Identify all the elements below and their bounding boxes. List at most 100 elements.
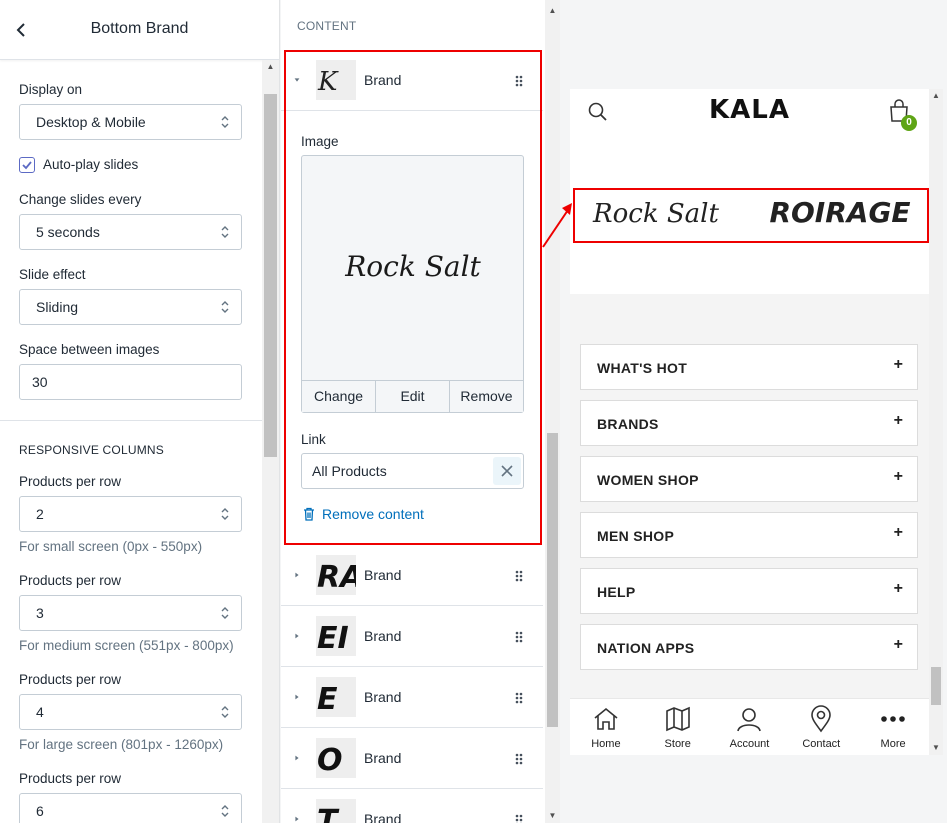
change-slides-select[interactable]: 5 seconds	[19, 214, 242, 250]
store-logo[interactable]: KALA	[570, 95, 929, 125]
chevron-right-icon[interactable]	[293, 753, 301, 763]
display-on-value: Desktop & Mobile	[36, 114, 146, 130]
cart-count-badge: 0	[901, 115, 917, 131]
accordion-item[interactable]: HELP +	[580, 568, 918, 614]
accordion-title: BRANDS	[597, 416, 659, 432]
edit-image-button[interactable]: Edit	[376, 381, 450, 412]
chevron-right-icon[interactable]	[293, 692, 301, 702]
accordion-item[interactable]: MEN SHOP +	[580, 512, 918, 558]
drag-handle-icon[interactable]	[514, 813, 524, 823]
link-input[interactable]: All Products	[301, 453, 524, 489]
products-per-row-value: 3	[36, 605, 44, 621]
slide-effect-label: Slide effect	[19, 267, 86, 282]
expand-plus-icon[interactable]: +	[894, 524, 903, 542]
nav-label: More	[880, 738, 906, 750]
scrollbar-thumb[interactable]	[264, 94, 277, 457]
change-image-button[interactable]: Change	[302, 381, 376, 412]
brand-block-item[interactable]: RA Brand	[281, 545, 543, 606]
chevron-right-icon[interactable]	[293, 631, 301, 641]
brand-thumbnail: RA	[316, 555, 356, 595]
block-label: Brand	[364, 750, 402, 766]
preview-scrollbar[interactable]: ▲ ▼	[929, 89, 943, 755]
space-between-input[interactable]: 30	[19, 364, 242, 400]
products-per-row-large-select[interactable]: 4	[19, 694, 242, 730]
nav-account[interactable]: Account	[714, 699, 786, 755]
thumbnail-text: O	[317, 743, 343, 778]
scrollbar-thumb[interactable]	[931, 667, 941, 705]
expand-plus-icon[interactable]: +	[894, 412, 903, 430]
products-per-row-xlarge-select[interactable]: 6	[19, 793, 242, 823]
accordion-title: HELP	[597, 584, 636, 600]
space-between-label: Space between images	[19, 342, 160, 357]
drag-handle-icon[interactable]	[514, 691, 524, 705]
nav-store[interactable]: Store	[642, 699, 714, 755]
brand-block-expanded[interactable]: K Brand	[281, 50, 543, 111]
thumbnail-text: K	[317, 67, 339, 97]
brand-block-item[interactable]: E Brand	[281, 667, 543, 728]
products-per-row-small-select[interactable]: 2	[19, 496, 242, 532]
settings-panel: Bottom Brand Display on Desktop & Mobile…	[0, 0, 280, 823]
nav-contact[interactable]: Contact	[785, 699, 857, 755]
change-slides-value: 5 seconds	[36, 224, 100, 240]
page-title: Bottom Brand	[90, 20, 189, 37]
brand-thumbnail: O	[316, 738, 356, 778]
autoplay-checkbox[interactable]	[19, 157, 35, 173]
block-label: Brand	[364, 72, 402, 88]
display-on-select[interactable]: Desktop & Mobile	[19, 104, 242, 140]
image-label: Image	[301, 134, 339, 149]
small-screen-help: For small screen (0px - 550px)	[19, 539, 203, 554]
scroll-down-arrow-icon[interactable]: ▼	[929, 741, 943, 755]
accordion-title: WHAT'S HOT	[597, 360, 688, 376]
scroll-up-arrow-icon[interactable]: ▲	[545, 4, 560, 18]
brand-block-item[interactable]: O Brand	[281, 728, 543, 789]
select-caret-icon	[221, 116, 229, 128]
nav-home[interactable]: Home	[570, 699, 642, 755]
user-icon	[737, 708, 762, 732]
store-header: KALA 0	[570, 89, 929, 134]
clear-link-button[interactable]	[493, 457, 521, 485]
preview-brand-highlight	[573, 188, 929, 243]
slide-effect-select[interactable]: Sliding	[19, 289, 242, 325]
select-caret-icon	[221, 607, 229, 619]
brand-block-item[interactable]: T Brand	[281, 789, 543, 823]
thumbnail-text: E	[317, 682, 338, 717]
checkmark-icon	[22, 161, 32, 170]
accordion-item[interactable]: NATION APPS +	[580, 624, 918, 670]
accordion-item[interactable]: BRANDS +	[580, 400, 918, 446]
products-per-row-label: Products per row	[19, 573, 122, 588]
theme-editor: Bottom Brand Display on Desktop & Mobile…	[0, 0, 947, 823]
products-per-row-value: 6	[36, 803, 44, 819]
expand-plus-icon[interactable]: +	[894, 468, 903, 486]
location-pin-icon	[811, 705, 832, 733]
brand-logo-image: Rock Salt	[344, 250, 481, 283]
expand-plus-icon[interactable]: +	[894, 356, 903, 374]
brand-thumbnail: E	[316, 677, 356, 717]
block-label: Brand	[364, 689, 402, 705]
chevron-right-icon[interactable]	[293, 814, 301, 823]
remove-image-button[interactable]: Remove	[450, 381, 523, 412]
chevron-right-icon[interactable]	[293, 570, 301, 580]
accordion-item[interactable]: WOMEN SHOP +	[580, 456, 918, 502]
scrollbar-thumb[interactable]	[547, 433, 558, 727]
expand-plus-icon[interactable]: +	[894, 636, 903, 654]
drag-handle-icon[interactable]	[514, 569, 524, 583]
scroll-up-arrow-icon[interactable]: ▲	[262, 60, 279, 74]
chevron-down-icon[interactable]	[293, 75, 301, 85]
display-on-label: Display on	[19, 82, 83, 97]
scroll-down-arrow-icon[interactable]: ▼	[545, 809, 560, 823]
brand-thumbnail: T	[316, 799, 356, 823]
content-scrollbar[interactable]: ▲ ▼	[545, 0, 560, 823]
scroll-up-arrow-icon[interactable]: ▲	[929, 89, 943, 103]
drag-handle-icon[interactable]	[514, 752, 524, 766]
drag-handle-icon[interactable]	[514, 74, 524, 88]
drag-handle-icon[interactable]	[514, 630, 524, 644]
brand-block-item[interactable]: EI Brand	[281, 606, 543, 667]
image-picker[interactable]: Rock Salt Change Edit Remove	[301, 155, 524, 413]
expand-plus-icon[interactable]: +	[894, 580, 903, 598]
content-heading: CONTENT	[297, 19, 357, 33]
remove-content-link[interactable]: Remove content	[302, 506, 424, 522]
accordion-item[interactable]: WHAT'S HOT +	[580, 344, 918, 390]
settings-scrollbar[interactable]: ▲	[262, 60, 279, 823]
products-per-row-medium-select[interactable]: 3	[19, 595, 242, 631]
nav-more[interactable]: More	[857, 699, 929, 755]
